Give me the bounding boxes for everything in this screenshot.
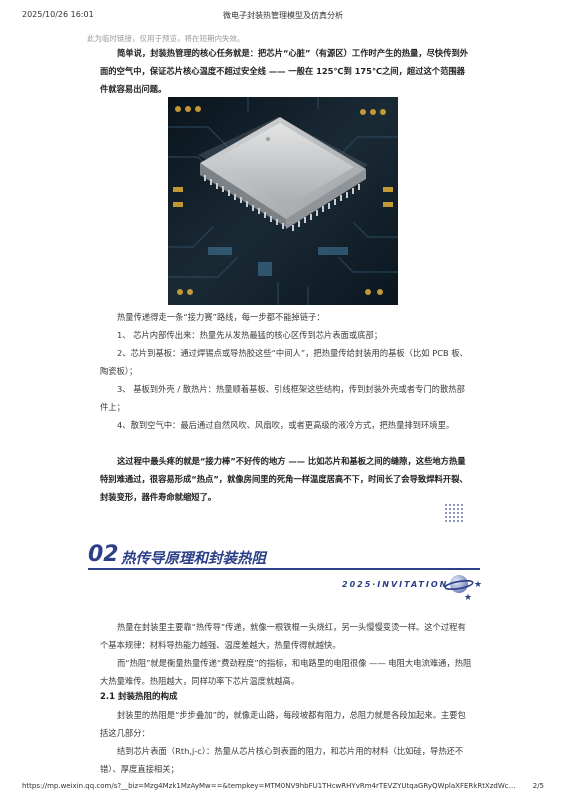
planet-icon: ★ ★ <box>444 575 482 602</box>
junction-case-paragraph: 结到芯片表面（Rth,j-c）：热量从芯片核心到表面的阻力，和芯片用的材料（比如… <box>100 746 464 774</box>
page-number: 2/5 <box>532 782 544 790</box>
section-rule <box>88 568 480 570</box>
print-title: 微电子封装热管理模型及仿真分析 <box>223 11 343 20</box>
relay-step-3: 3、 基板到外壳 / 散热片：热量顺着基板、引线框架这些结构，传到封装外壳或者专… <box>100 384 465 412</box>
relay-step-2: 2、芯片到基板：通过焊锡点或导热胶这些“中间人”，把热量传给封装用的基板（比如 … <box>100 348 468 376</box>
composition-paragraph: 封装里的热阻是“步步叠加”的，就像走山路，每段坡都有阻力，总阻力就是各段加起来。… <box>100 710 466 738</box>
relay-step-1: 1、 芯片内部传出来：热量先从发热最猛的核心区传到芯片表面或底部； <box>117 330 383 340</box>
chip-image <box>168 97 398 305</box>
subsection-heading: 2.1 封装热阻的构成 <box>100 692 178 702</box>
svg-text:★: ★ <box>464 593 472 602</box>
svg-text:★: ★ <box>474 580 482 590</box>
conduction-paragraph: 热量在封装里主要靠“热传导”传递，就像一根铁棍一头烧红，另一头慢慢变烫一样。这个… <box>100 622 466 650</box>
temp-link-notice: 此为临时链接，仅用于预览，将在短期内失效。 <box>87 34 245 43</box>
thermal-resistance-paragraph: 而“热阻”就是衡量热量传递“费劲程度”的指标，和电路里的电阻很像 —— 电阻大电… <box>100 658 472 686</box>
print-header: 2025/10/26 16:01 微电子封装热管理模型及仿真分析 <box>22 10 544 24</box>
dots-decoration <box>445 504 463 522</box>
relay-lead: 热量传递得走一条“接力赛”路线，每一步都不能掉链子： <box>117 312 325 322</box>
section-number: 02 <box>88 542 119 567</box>
page-url: https://mp.weixin.qq.com/s?__biz=Mzg4Mzk… <box>22 782 522 790</box>
relay-summary: 这过程中最头疼的就是“接力棒”不好传的地方 —— 比如芯片和基板之间的缝隙，这些… <box>100 452 472 506</box>
relay-step-4: 4、散到空气中：最后通过自然风吹、风扇吹，或者更高级的液冷方式，把热量排到环境里… <box>117 420 455 430</box>
print-footer: https://mp.weixin.qq.com/s?__biz=Mzg4Mzk… <box>22 782 544 794</box>
invitation-label: 2025·INVITATION <box>342 580 449 589</box>
intro-paragraph: 简单说，封装热管理的核心任务就是：把芯片“心脏”（有源区）工作时产生的热量，尽快… <box>100 44 472 98</box>
relay-summary-text: 这过程中最头疼的就是“接力棒”不好传的地方 —— 比如芯片和基板之间的缝隙，这些… <box>100 456 468 502</box>
intro-text: 简单说，封装热管理的核心任务就是：把芯片“心脏”（有源区）工作时产生的热量，尽快… <box>100 48 469 94</box>
section-title: 热传导原理和封装热阻 <box>121 551 266 567</box>
chip-illustration <box>168 97 398 305</box>
